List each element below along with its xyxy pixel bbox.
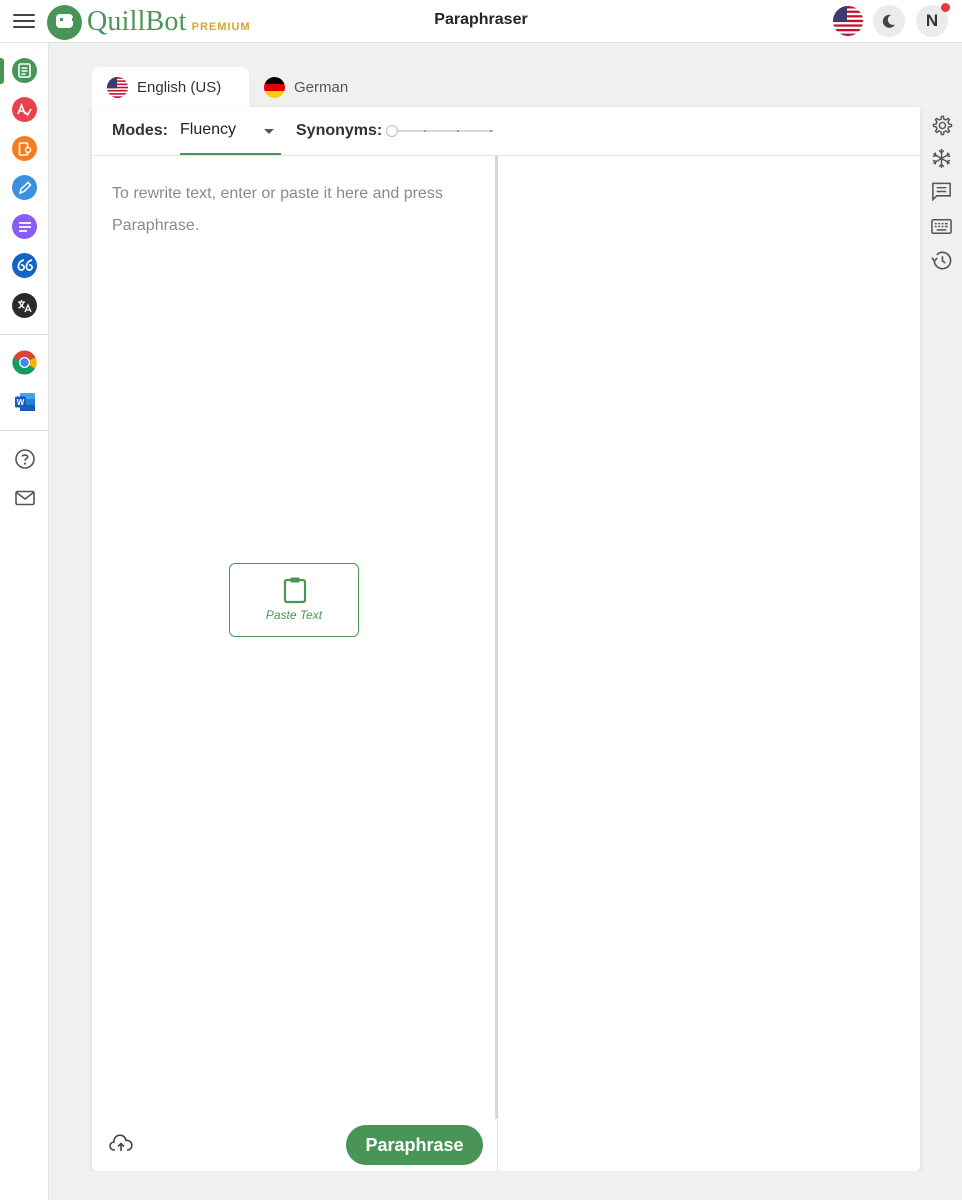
input-placeholder[interactable]: To rewrite text, enter or paste it here … xyxy=(112,178,482,242)
translator-icon[interactable] xyxy=(12,293,37,318)
cloud-upload-icon[interactable] xyxy=(109,1134,133,1154)
keyboard-icon[interactable] xyxy=(930,215,953,238)
theme-toggle-button[interactable] xyxy=(873,5,905,37)
paste-text-label: Paste Text xyxy=(265,608,323,622)
mode-toolbar: Modes: Fluency Synonyms: xyxy=(92,107,920,156)
left-sidebar: W xyxy=(0,43,49,1200)
tab-english-us[interactable]: English (US) xyxy=(92,67,249,107)
notification-badge xyxy=(941,3,950,12)
quillbot-logo[interactable]: QuillBot PREMIUM xyxy=(47,3,251,41)
mode-dropdown[interactable]: Fluency xyxy=(180,107,281,155)
avatar-initial: N xyxy=(925,11,939,30)
moon-icon xyxy=(882,14,895,28)
tab-label: English (US) xyxy=(137,78,222,96)
paraphraser-card: Modes: Fluency Synonyms: To rewrite text… xyxy=(92,107,920,1171)
summarizer-icon[interactable] xyxy=(12,214,37,239)
us-flag-icon xyxy=(107,76,128,98)
synonyms-label: Synonyms: xyxy=(296,122,383,139)
paste-text-button[interactable]: Paste Text xyxy=(229,563,359,637)
slider-tick xyxy=(457,130,459,132)
slider-tick xyxy=(490,130,492,132)
word-icon[interactable]: W xyxy=(12,389,37,414)
top-bar: QuillBot PREMIUM Paraphraser N xyxy=(0,0,962,43)
logo-text: QuillBot xyxy=(87,6,187,37)
chevron-down-icon xyxy=(264,129,274,134)
sidebar-divider xyxy=(0,334,48,335)
comment-icon[interactable] xyxy=(930,180,953,203)
us-flag-icon[interactable] xyxy=(833,6,863,36)
active-indicator xyxy=(0,58,4,84)
quillbot-logo-icon xyxy=(47,4,82,40)
de-flag-icon xyxy=(264,76,285,98)
sidebar-divider xyxy=(0,430,48,431)
input-pane[interactable]: To rewrite text, enter or paste it here … xyxy=(92,156,495,1171)
mode-value: Fluency xyxy=(180,121,237,138)
svg-text:W: W xyxy=(16,398,24,407)
chrome-icon[interactable] xyxy=(12,350,37,375)
snowflake-icon[interactable] xyxy=(930,147,953,170)
slider-thumb[interactable] xyxy=(386,125,398,137)
paraphraser-icon[interactable] xyxy=(12,58,37,83)
co-writer-icon[interactable] xyxy=(12,175,37,200)
synonyms-slider[interactable] xyxy=(386,124,494,138)
help-icon[interactable] xyxy=(12,446,37,471)
grammar-checker-icon[interactable] xyxy=(12,97,37,122)
right-toolbar xyxy=(920,107,962,407)
tab-label: German xyxy=(294,78,349,96)
history-icon[interactable] xyxy=(930,249,953,272)
gear-icon[interactable] xyxy=(930,114,953,137)
page-background xyxy=(49,1171,962,1200)
slider-tick xyxy=(424,130,426,132)
hamburger-icon[interactable] xyxy=(13,11,35,31)
paraphrase-button[interactable]: Paraphrase xyxy=(346,1125,483,1165)
clipboard-icon xyxy=(283,577,307,604)
page-title: Paraphraser xyxy=(434,11,528,28)
tab-german[interactable]: German xyxy=(264,67,348,107)
slider-track xyxy=(391,130,493,132)
output-pane xyxy=(498,156,920,1171)
citation-icon[interactable] xyxy=(12,253,37,278)
modes-label: Modes: xyxy=(112,122,168,139)
plagiarism-checker-icon[interactable] xyxy=(12,136,37,161)
mail-icon[interactable] xyxy=(12,485,37,510)
premium-badge: PREMIUM xyxy=(191,21,251,33)
